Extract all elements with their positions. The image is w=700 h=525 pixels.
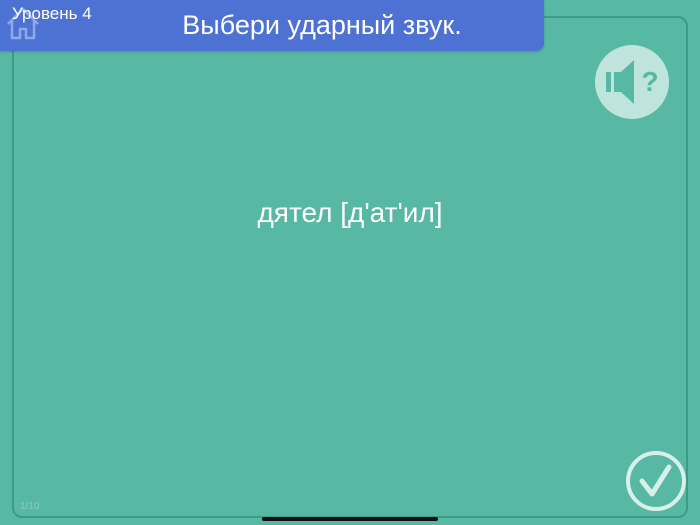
- home-indicator[interactable]: [262, 517, 438, 521]
- progress-counter: 1/10: [20, 501, 40, 512]
- svg-text:?: ?: [641, 66, 658, 97]
- task-word[interactable]: дятел [д'ат'ил]: [0, 193, 700, 233]
- header-bar: Уровень 4 Выбери ударный звук.: [0, 0, 544, 51]
- instruction-title: Выбери ударный звук.: [182, 10, 462, 40]
- check-icon[interactable]: [625, 450, 687, 512]
- level-label: Уровень 4: [12, 4, 92, 23]
- game-frame: [12, 16, 688, 518]
- sound-help-icon[interactable]: ?: [595, 45, 669, 119]
